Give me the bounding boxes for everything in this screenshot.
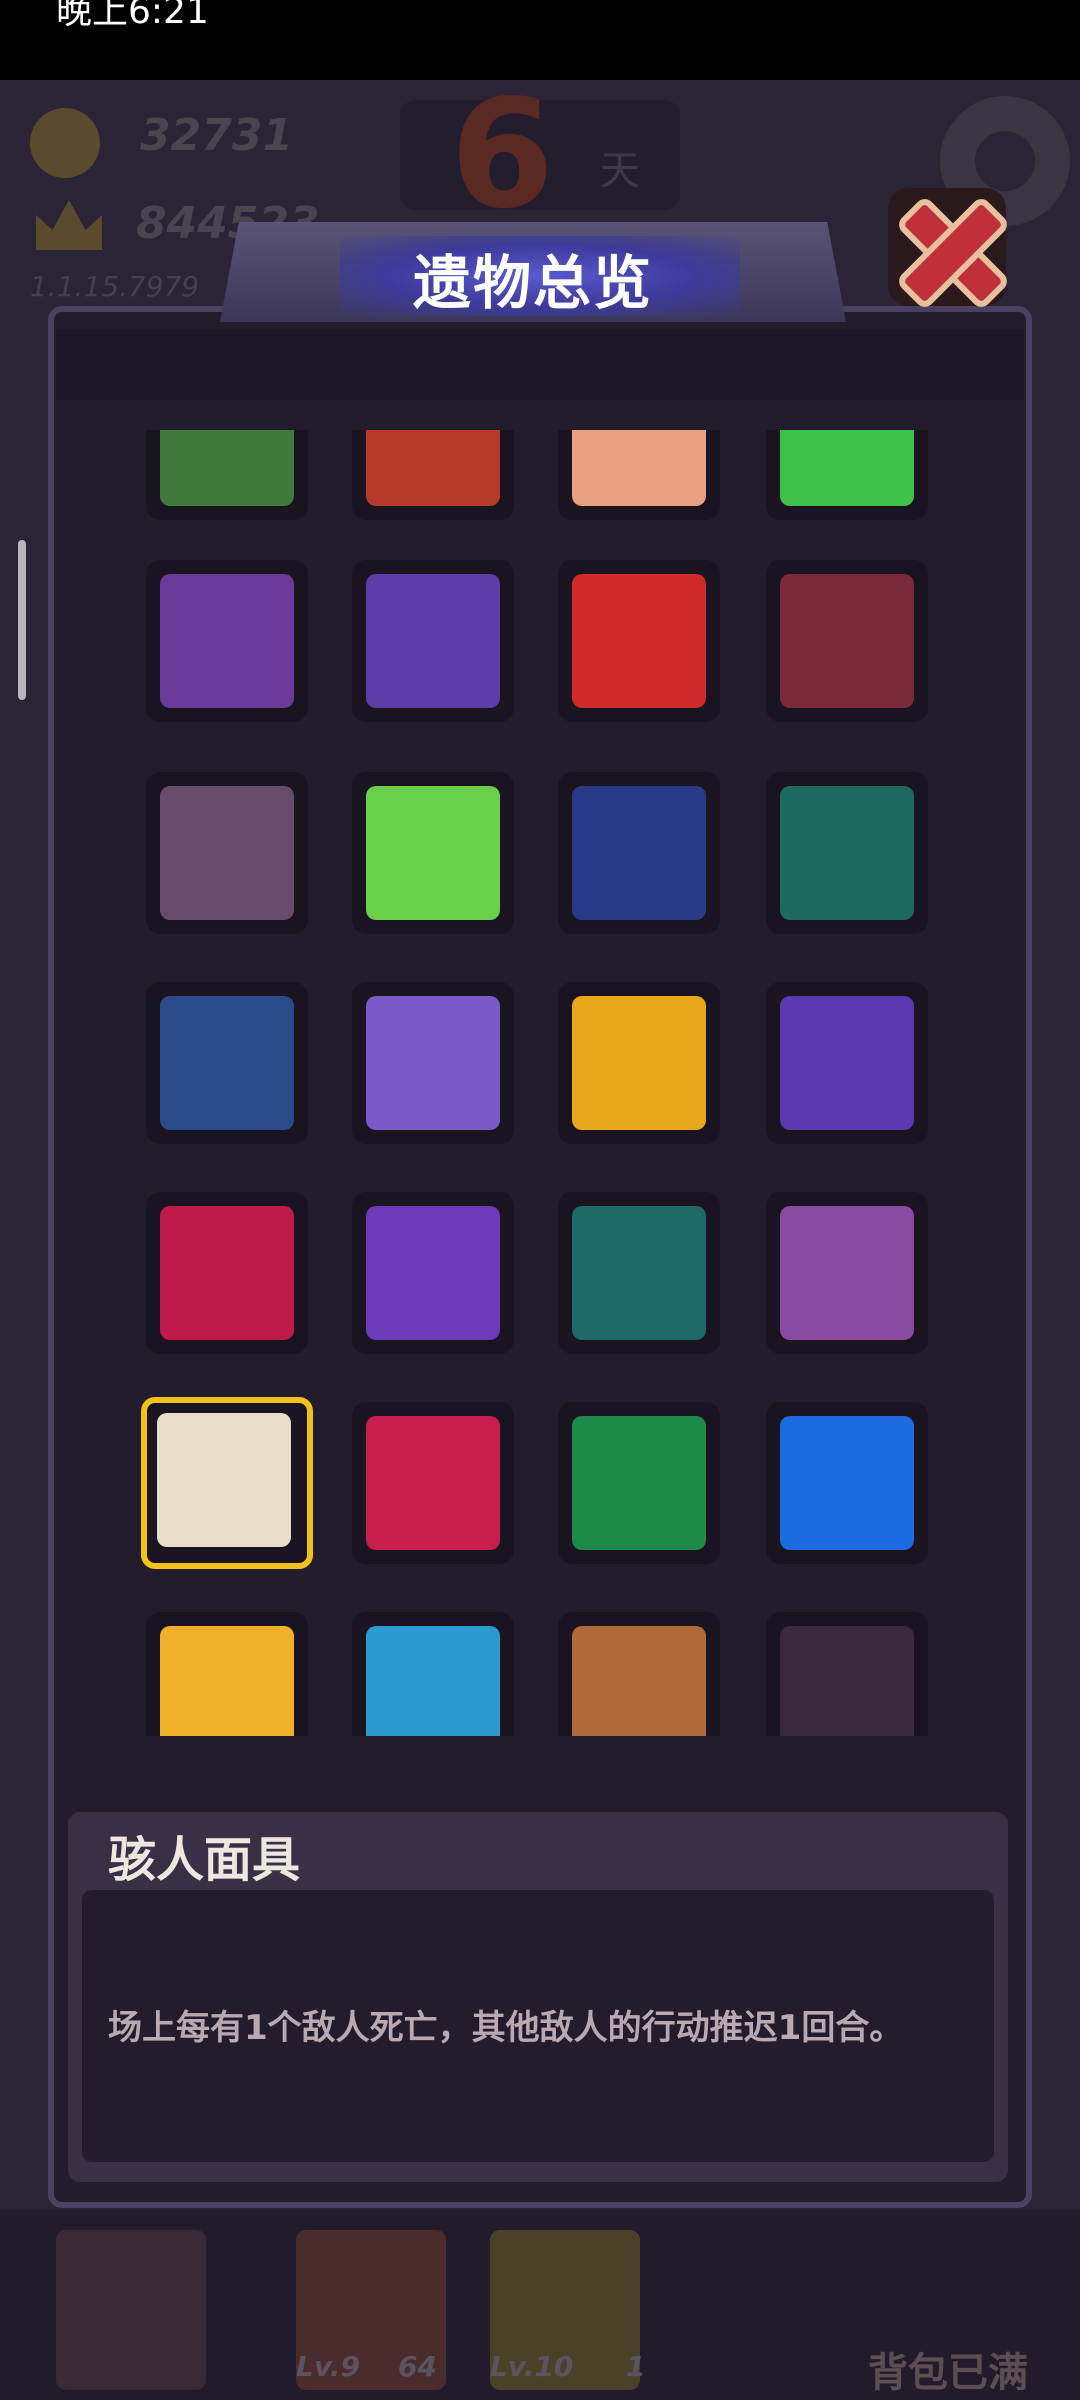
blue-flame-skull-icon: [366, 1626, 500, 1736]
striped-beanie-icon: [366, 574, 500, 708]
relic-tile[interactable]: [558, 772, 720, 934]
status-time: 晚上6:21: [56, 0, 209, 32]
relic-description: 场上每有1个敌人死亡，其他敌人的行动推迟1回合。: [108, 2008, 904, 2048]
relic-tile[interactable]: [352, 1192, 514, 1354]
relic-tile[interactable]: [558, 1402, 720, 1564]
coin-count: 32731: [140, 110, 294, 161]
slime-paint-icon: [366, 786, 500, 920]
relic-tile[interactable]: [766, 1192, 928, 1354]
relic-tile[interactable]: [558, 430, 720, 520]
red-scroll-icon: [366, 430, 500, 506]
relic-grid[interactable]: [56, 430, 1024, 1736]
relic-tile[interactable]: [146, 1612, 308, 1736]
coin-icon: [30, 108, 100, 178]
green-trident-icon: [160, 996, 294, 1130]
mute-speaker-icon: [572, 1206, 706, 1340]
rocket-bundle-icon: [160, 1626, 294, 1736]
relic-tile[interactable]: [146, 430, 308, 520]
plague-mask-icon: [157, 1413, 291, 1547]
grand-piano-icon: [780, 1626, 914, 1736]
relic-tile[interactable]: [352, 772, 514, 934]
purple-monster-hat-icon: [366, 1206, 500, 1340]
thumbs-up-icon: [572, 996, 706, 1130]
ghost-statue-icon: [780, 786, 914, 920]
wooden-torch-icon: [572, 1626, 706, 1736]
turtle-shell-icon: [160, 430, 294, 506]
relic-tile[interactable]: [352, 1612, 514, 1736]
fanged-mouth-icon: [780, 574, 914, 708]
purple-axe-icon: [160, 574, 294, 708]
relic-tile[interactable]: [146, 772, 308, 934]
relic-tile[interactable]: [352, 1402, 514, 1564]
relic-tile[interactable]: [558, 982, 720, 1144]
close-button[interactable]: [888, 188, 1011, 311]
crossed-card-icon: [160, 786, 294, 920]
relic-tile[interactable]: [766, 560, 928, 722]
circus-tent-icon: [572, 1416, 706, 1550]
relic-tile[interactable]: [146, 982, 308, 1144]
toy-soldier-icon: [572, 786, 706, 920]
relic-tile[interactable]: [558, 1612, 720, 1736]
color-grid-icon: [780, 996, 914, 1130]
red-devil-icon: [366, 1416, 500, 1550]
blue-cube-icon: [780, 1416, 914, 1550]
relic-tile[interactable]: [766, 430, 928, 520]
relic-tile[interactable]: [558, 560, 720, 722]
panel-top-strip: [56, 330, 1024, 400]
firework-rocket-icon: [366, 996, 500, 1130]
item-slot-count: 1: [626, 2350, 646, 2383]
relic-tile[interactable]: [352, 560, 514, 722]
number-four-icon: [572, 574, 706, 708]
relic-name: 骇人面具: [108, 1832, 301, 1888]
day-number: 6: [450, 68, 555, 242]
voodoo-doll-icon: [780, 1206, 914, 1340]
dialog-title: 遗物总览: [412, 249, 653, 317]
item-slot-level: Lv.10: [490, 2350, 574, 2383]
relic-tile-selected[interactable]: [141, 1397, 313, 1569]
red-skull-cloak-icon: [160, 1206, 294, 1340]
green-gem-icon: [780, 430, 914, 506]
item-slot-count: 64: [398, 2350, 437, 2383]
relic-tile[interactable]: [352, 430, 514, 520]
relic-tile[interactable]: [146, 1192, 308, 1354]
fist-icon: [572, 430, 706, 506]
relic-tile[interactable]: [766, 772, 928, 934]
relic-tile[interactable]: [766, 1612, 928, 1736]
relic-tile[interactable]: [146, 560, 308, 722]
day-unit: 天: [600, 148, 640, 194]
relic-tile[interactable]: [352, 982, 514, 1144]
relic-tile[interactable]: [766, 1402, 928, 1564]
bag-full-label: 背包已满: [868, 2350, 1028, 2396]
item-slot-level: Lv.9: [296, 2350, 360, 2383]
relic-tile[interactable]: [558, 1192, 720, 1354]
version-label: 1.1.15.7979: [30, 270, 200, 303]
hero-slot: [56, 2230, 206, 2390]
relic-tile[interactable]: [766, 982, 928, 1144]
scrollbar: [18, 540, 26, 700]
